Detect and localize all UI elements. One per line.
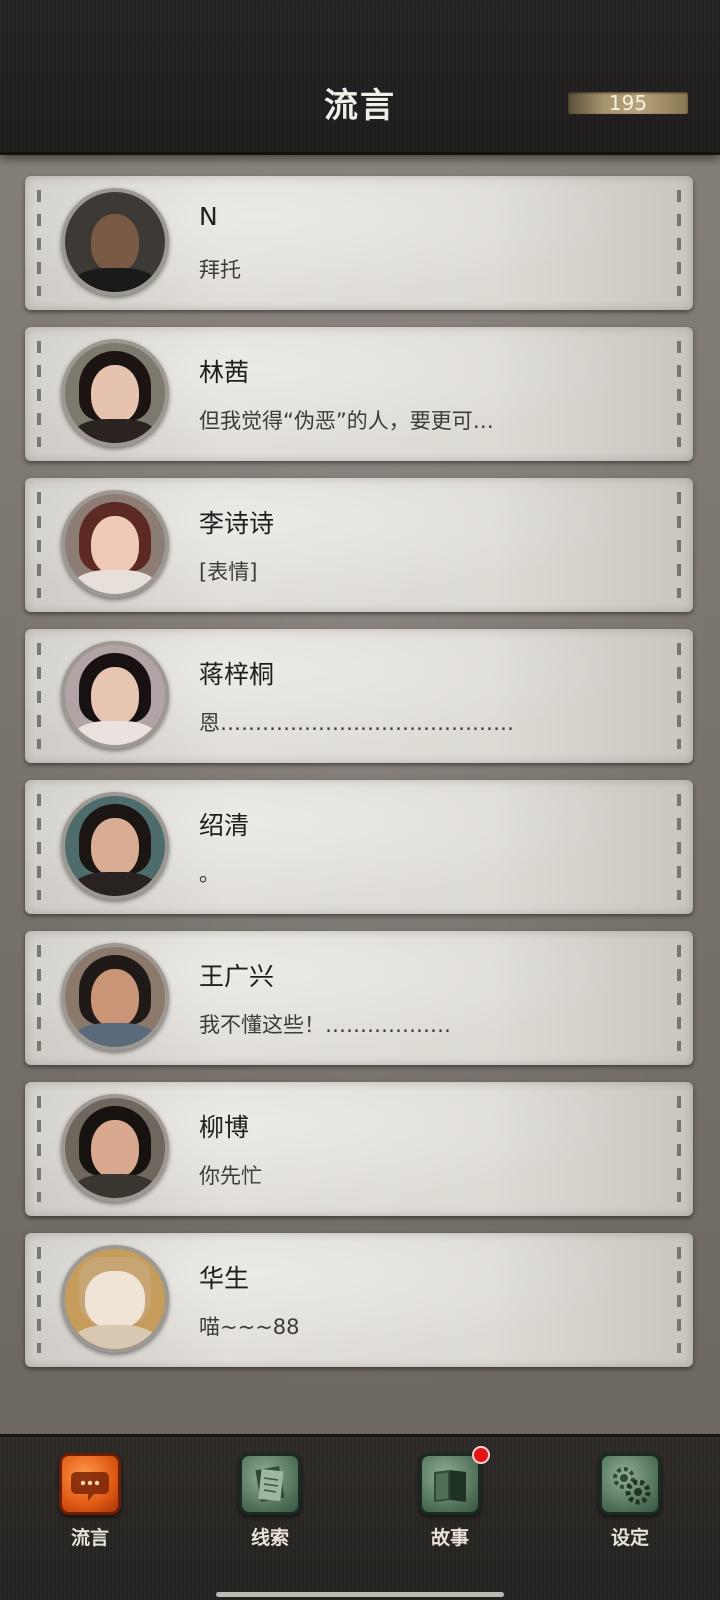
avatar bbox=[61, 792, 169, 900]
stitch-decoration bbox=[37, 1247, 41, 1353]
avatar bbox=[61, 641, 169, 749]
stitch-decoration bbox=[677, 945, 681, 1051]
conversation-list: N 拜托 林茜 但我觉得“伪恶”的人，要更可… 李诗诗 [表情] 蒋梓桐 恩……… bbox=[0, 152, 720, 1434]
last-message: 但我觉得“伪恶”的人，要更可… bbox=[199, 409, 494, 433]
stitch-decoration bbox=[37, 643, 41, 749]
stitch-decoration bbox=[37, 341, 41, 447]
avatar-face bbox=[91, 516, 139, 574]
contact-name: 林茜 bbox=[199, 358, 250, 387]
last-message: [表情] bbox=[199, 560, 258, 584]
avatar-face bbox=[91, 969, 139, 1027]
stitch-decoration bbox=[37, 794, 41, 900]
stitch-decoration bbox=[677, 643, 681, 749]
contact-name: 王广兴 bbox=[199, 962, 275, 991]
contact-name: 蒋梓桐 bbox=[199, 660, 275, 689]
tab-label: 设定 bbox=[610, 1527, 649, 1549]
avatar-face bbox=[91, 667, 139, 725]
avatar-shoulders bbox=[73, 872, 157, 896]
conversation-item-linqian[interactable]: 林茜 但我觉得“伪恶”的人，要更可… bbox=[25, 327, 693, 461]
stitch-decoration bbox=[677, 341, 681, 447]
gear-icon[interactable] bbox=[599, 1453, 661, 1515]
bottom-tab-bar: 流言 线索 故事 设定 bbox=[0, 1434, 720, 1600]
avatar-face bbox=[85, 1271, 145, 1329]
conversation-item-n[interactable]: N 拜托 bbox=[25, 176, 693, 310]
currency-value: 195 bbox=[608, 91, 648, 115]
stitch-decoration bbox=[677, 1247, 681, 1353]
stitch-decoration bbox=[37, 945, 41, 1051]
tab-settings[interactable]: 设定 bbox=[580, 1453, 680, 1553]
avatar-shoulders bbox=[73, 570, 157, 594]
last-message: 喵~~~88 bbox=[199, 1315, 300, 1339]
conversation-item-lishishi[interactable]: 李诗诗 [表情] bbox=[25, 478, 693, 612]
stitch-decoration bbox=[37, 1096, 41, 1202]
contact-name: N bbox=[199, 202, 218, 231]
avatar bbox=[61, 1094, 169, 1202]
conversation-item-jiangzitong[interactable]: 蒋梓桐 恩…………………………………… bbox=[25, 629, 693, 763]
tab-label: 流言 bbox=[70, 1527, 109, 1549]
avatar bbox=[61, 943, 169, 1051]
tab-label: 故事 bbox=[430, 1527, 469, 1549]
home-indicator[interactable] bbox=[216, 1592, 504, 1597]
currency-counter: 195 bbox=[568, 92, 688, 114]
contact-name: 李诗诗 bbox=[199, 509, 275, 538]
stitch-decoration bbox=[37, 492, 41, 598]
avatar bbox=[61, 490, 169, 598]
stitch-decoration bbox=[677, 492, 681, 598]
contact-name: 绍清 bbox=[199, 811, 250, 840]
last-message: 拜托 bbox=[199, 258, 241, 282]
avatar bbox=[61, 339, 169, 447]
avatar bbox=[61, 188, 169, 296]
last-message: 你先忙 bbox=[199, 1164, 262, 1188]
contact-name: 柳博 bbox=[199, 1113, 250, 1142]
book-icon[interactable] bbox=[419, 1453, 481, 1515]
tab-story[interactable]: 故事 bbox=[400, 1446, 500, 1553]
stitch-decoration bbox=[37, 190, 41, 296]
chat-bubble-icon[interactable] bbox=[59, 1453, 121, 1515]
stitch-decoration bbox=[677, 1096, 681, 1202]
avatar-shoulders bbox=[73, 419, 157, 443]
last-message: 我不懂这些！……………… bbox=[199, 1013, 451, 1037]
documents-icon[interactable] bbox=[239, 1453, 301, 1515]
top-header: 流言 195 bbox=[0, 0, 720, 155]
last-message: 恩…………………………………… bbox=[199, 711, 514, 735]
avatar-face bbox=[91, 818, 139, 876]
avatar-shoulders bbox=[73, 1023, 157, 1047]
avatar-shoulders bbox=[73, 1325, 157, 1349]
conversation-item-huasheng[interactable]: 华生 喵~~~88 bbox=[25, 1233, 693, 1367]
conversation-item-wangguangxing[interactable]: 王广兴 我不懂这些！……………… bbox=[25, 931, 693, 1065]
avatar-face bbox=[91, 214, 139, 272]
stitch-decoration bbox=[677, 190, 681, 296]
tab-clues[interactable]: 线索 bbox=[220, 1453, 320, 1553]
conversation-item-liubo[interactable]: 柳博 你先忙 bbox=[25, 1082, 693, 1216]
avatar-face bbox=[91, 1120, 139, 1178]
avatar-shoulders bbox=[73, 721, 157, 745]
last-message: 。 bbox=[199, 862, 220, 886]
avatar-face bbox=[91, 365, 139, 423]
avatar bbox=[61, 1245, 169, 1353]
tab-label: 线索 bbox=[250, 1527, 289, 1549]
avatar-shoulders bbox=[73, 268, 157, 292]
conversation-item-shaoqing[interactable]: 绍清 。 bbox=[25, 780, 693, 914]
avatar-shoulders bbox=[73, 1174, 157, 1198]
notification-badge bbox=[472, 1446, 490, 1464]
tab-rumors[interactable]: 流言 bbox=[40, 1453, 140, 1553]
contact-name: 华生 bbox=[199, 1264, 250, 1293]
stitch-decoration bbox=[677, 794, 681, 900]
